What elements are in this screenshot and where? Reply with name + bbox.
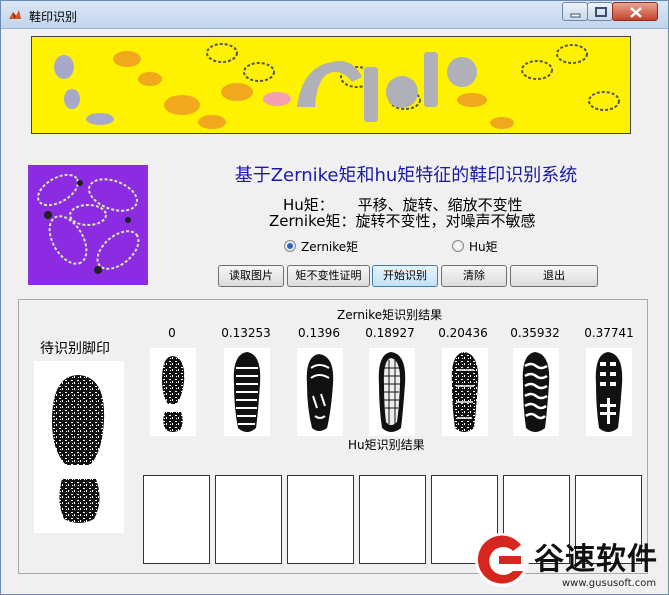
hu-radio[interactable]: Hu矩 (452, 238, 498, 254)
query-footprint-label: 待识别脚印 (40, 341, 110, 357)
maximize-icon (595, 7, 607, 17)
score-label: 0 (168, 326, 176, 340)
gususoft-logo-icon (475, 533, 529, 587)
minimize-icon (570, 13, 581, 18)
score-label: 0.20436 (438, 326, 488, 340)
zernike-radio-label: Zernike矩 (301, 239, 359, 254)
window-title: 鞋印识别 (29, 10, 78, 24)
hu-results-title: Hu矩识别结果 (346, 436, 427, 453)
zernike-results-title: Zernike矩识别结果 (335, 306, 445, 323)
score-label: 0.1396 (298, 326, 340, 340)
minimize-button[interactable] (562, 2, 588, 21)
watermark: 谷速软件 www.gususoft.com (470, 528, 669, 595)
start-recognition-button[interactable]: 开始识别 (372, 265, 438, 287)
close-icon (630, 7, 642, 18)
title-bar[interactable]: 鞋印识别 (1, 1, 668, 29)
result-footprint-image (369, 348, 415, 436)
result-footprint-image (150, 348, 196, 436)
query-footprint-image (34, 361, 124, 533)
result-footprint-image (442, 348, 488, 436)
score-label: 0.13253 (221, 326, 271, 340)
maximize-button[interactable] (587, 2, 613, 21)
result-footprint-image (224, 348, 270, 436)
hu-result-frame (143, 475, 210, 564)
radio-selected-icon[interactable] (284, 240, 296, 252)
exit-button[interactable]: 退出 (510, 265, 598, 287)
main-window: 鞋印识别 基于Zernike矩和hu矩特征的鞋印识别系统 Hu矩： 平移、旋转、… (0, 0, 669, 595)
hu-result-frame (359, 475, 426, 564)
watermark-text: 谷速软件 (534, 542, 658, 577)
score-label: 0.35932 (510, 326, 560, 340)
score-label: 0.18927 (365, 326, 415, 340)
sample-footprint-image (28, 165, 148, 285)
radio-unselected-icon[interactable] (452, 240, 464, 252)
watermark-url: www.gususoft.com (562, 578, 657, 589)
read-image-button[interactable]: 读取图片 (218, 265, 284, 287)
zernike-description: Zernike矩：旋转不变性，对噪声不敏感 (269, 212, 536, 230)
system-title: 基于Zernike矩和hu矩特征的鞋印识别系统 (234, 165, 578, 186)
invariance-proof-button[interactable]: 矩不变性证明 (287, 265, 370, 287)
shoes-banner-image (31, 36, 631, 134)
zernike-radio[interactable]: Zernike矩 (284, 238, 358, 254)
clear-button[interactable]: 清除 (441, 265, 507, 287)
result-footprint-image (513, 348, 559, 436)
close-button[interactable] (612, 2, 658, 21)
score-label: 0.37741 (584, 326, 634, 340)
hu-radio-label: Hu矩 (469, 239, 498, 254)
result-footprint-image (297, 348, 343, 436)
hu-result-frame (287, 475, 354, 564)
matlab-icon (9, 10, 21, 19)
result-footprint-image (586, 348, 632, 436)
hu-result-frame (215, 475, 282, 564)
